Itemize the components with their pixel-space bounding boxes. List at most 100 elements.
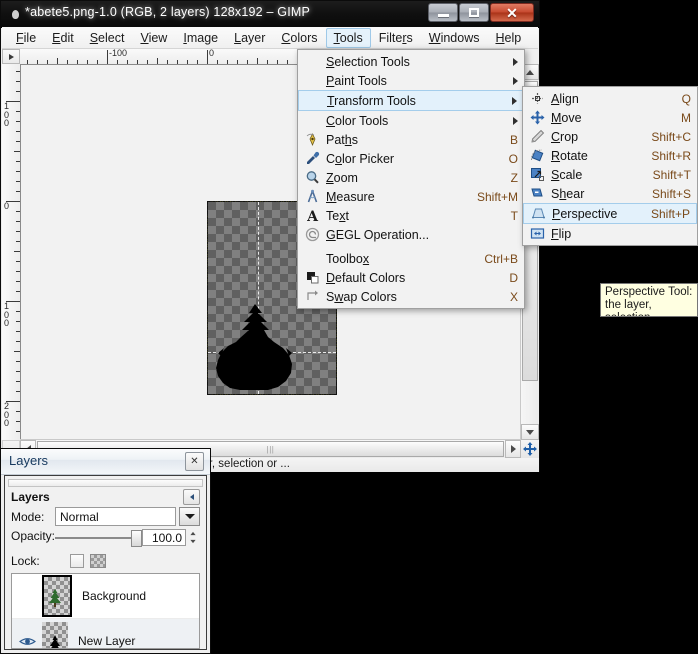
tree-silhouette — [216, 304, 292, 390]
menu-item-label: Paths — [326, 132, 358, 147]
menu-item-label: Default Colors — [326, 270, 406, 285]
menu-item-accel: Shift+M — [476, 189, 518, 204]
gegl-spiral-icon — [298, 227, 326, 242]
submenu-item-accel: M — [681, 110, 691, 125]
submenu-item-move[interactable]: Move M — [523, 108, 697, 127]
menu-item-accel: O — [508, 151, 518, 166]
submenu-item-accel: Shift+S — [651, 186, 691, 201]
menu-windows[interactable]: Windows — [421, 28, 488, 48]
submenu-item-rotate[interactable]: Rotate Shift+R — [523, 146, 697, 165]
text-a-icon: A — [298, 208, 326, 223]
chevron-right-icon — [513, 76, 518, 85]
maximize-button[interactable] — [459, 3, 489, 22]
menu-layer[interactable]: Layer — [226, 28, 273, 48]
submenu-item-flip[interactable]: Flip — [523, 224, 697, 243]
submenu-item-label: Scale — [551, 167, 583, 182]
maximize-icon — [469, 8, 479, 17]
menu-view[interactable]: View — [132, 28, 175, 48]
scroll-down-button[interactable] — [521, 424, 539, 440]
opacity-slider-handle[interactable] — [131, 530, 142, 547]
ruler-origin-button[interactable] — [2, 49, 20, 64]
flip-icon — [523, 226, 551, 241]
menu-select[interactable]: Select — [82, 28, 133, 48]
submenu-item-label: Rotate — [551, 148, 588, 163]
submenu-item-label: Perspective — [552, 206, 618, 221]
layers-dialog: Layers ✕ Layers Mode: Normal Opacity: 10… — [0, 448, 211, 654]
vertical-ruler[interactable]: 100 0 100 200 — [2, 64, 21, 440]
submenu-item-label: Align — [551, 91, 579, 106]
layers-dialog-close-button[interactable]: ✕ — [185, 452, 204, 471]
menu-item-default-colors[interactable]: Default Colors D — [298, 268, 524, 287]
submenu-item-align[interactable]: Align Q — [523, 89, 697, 108]
menu-tools[interactable]: Tools — [325, 27, 371, 48]
close-icon: ✕ — [506, 4, 518, 21]
layer-visibility-toggle[interactable] — [12, 636, 42, 647]
scroll-right-button[interactable] — [505, 440, 521, 458]
mode-dropdown-button[interactable] — [179, 507, 200, 526]
submenu-item-accel: Shift+C — [651, 129, 691, 144]
swap-colors-icon — [298, 289, 326, 304]
layer-name: Background — [82, 589, 147, 603]
menu-filters[interactable]: Filters — [371, 28, 421, 48]
magnifier-icon — [298, 170, 326, 185]
layers-menu-button[interactable] — [183, 489, 200, 505]
opacity-value-field[interactable]: 100.0 — [142, 529, 186, 546]
submenu-item-scale[interactable]: Scale Shift+T — [523, 165, 697, 184]
layers-dialog-body: Layers Mode: Normal Opacity: 100.0 Lock: — [4, 475, 207, 650]
opacity-slider-track[interactable] — [55, 537, 138, 539]
submenu-item-accel: Q — [681, 91, 691, 106]
menu-item-paint-tools[interactable]: Paint Tools — [298, 71, 524, 90]
menu-item-label: Paint Tools — [326, 73, 387, 88]
opacity-spinner[interactable] — [188, 529, 198, 546]
submenu-item-crop[interactable]: Crop Shift+C — [523, 127, 697, 146]
layer-name: New Layer — [78, 634, 136, 648]
menu-image[interactable]: Image — [175, 28, 226, 48]
ruler-label: 100 — [4, 101, 10, 128]
arrow-down-icon — [526, 429, 534, 435]
title-bar[interactable]: *abete5.png-1.0 (RGB, 2 layers) 128x192 … — [1, 1, 539, 28]
layer-row-new-layer[interactable]: New Layer — [12, 619, 199, 648]
navigation-preview-button[interactable] — [521, 440, 539, 458]
menu-help[interactable]: Help — [487, 28, 529, 48]
layers-dialog-title-bar[interactable]: Layers ✕ — [1, 449, 210, 475]
move-icon — [523, 110, 551, 125]
menu-edit[interactable]: Edit — [44, 28, 82, 48]
tools-dropdown-menu: Selection Tools Paint Tools Transform To… — [297, 49, 525, 309]
layers-list[interactable]: Background New Layer — [11, 573, 200, 649]
layers-dialog-title: Layers — [9, 453, 49, 468]
submenu-item-shear[interactable]: Shear Shift+S — [523, 184, 697, 203]
lock-pixels-checkbox[interactable] — [69, 553, 84, 568]
layer-opacity-row: Opacity: 100.0 — [11, 529, 200, 547]
lock-alpha-button[interactable] — [89, 553, 106, 568]
menu-item-accel: D — [509, 270, 518, 285]
menu-file[interactable]: File — [8, 28, 44, 48]
layer-mode-select[interactable]: Normal — [55, 507, 176, 526]
mode-value: Normal — [60, 509, 99, 524]
menu-colors[interactable]: Colors — [273, 28, 325, 48]
menu-item-accel: B — [509, 132, 518, 147]
minimize-button[interactable] — [428, 3, 458, 22]
layer-thumbnail — [42, 622, 68, 648]
layer-row-background[interactable]: Background — [12, 574, 199, 619]
menu-item-measure[interactable]: Measure Shift+M — [298, 187, 524, 206]
menu-item-paths[interactable]: Paths B — [298, 130, 524, 149]
dockable-tab-strip[interactable] — [8, 479, 203, 487]
menu-item-color-picker[interactable]: Color Picker O — [298, 149, 524, 168]
spinner-up-icon — [190, 531, 196, 535]
menu-item-toolbox[interactable]: Toolbox Ctrl+B — [298, 249, 524, 268]
close-button[interactable]: ✕ — [490, 3, 534, 22]
menu-item-selection-tools[interactable]: Selection Tools — [298, 52, 524, 71]
menu-item-zoom[interactable]: Zoom Z — [298, 168, 524, 187]
menu-item-color-tools[interactable]: Color Tools — [298, 111, 524, 130]
arrow-up-icon — [526, 69, 534, 75]
submenu-item-label: Move — [551, 110, 582, 125]
menu-item-transform-tools[interactable]: Transform Tools — [298, 90, 524, 111]
menu-item-label: Selection Tools — [326, 54, 410, 69]
mode-label: Mode: — [11, 509, 45, 524]
arrow-right-icon — [510, 445, 516, 453]
submenu-item-perspective[interactable]: Perspective Shift+P — [523, 203, 697, 224]
menu-item-text[interactable]: A Text T — [298, 206, 524, 225]
menu-item-gegl-operation[interactable]: GEGL Operation... — [298, 225, 524, 244]
menu-item-swap-colors[interactable]: Swap Colors X — [298, 287, 524, 306]
transform-tools-submenu: Align Q Move M Crop Shift+C Rotate Shift… — [522, 86, 698, 246]
